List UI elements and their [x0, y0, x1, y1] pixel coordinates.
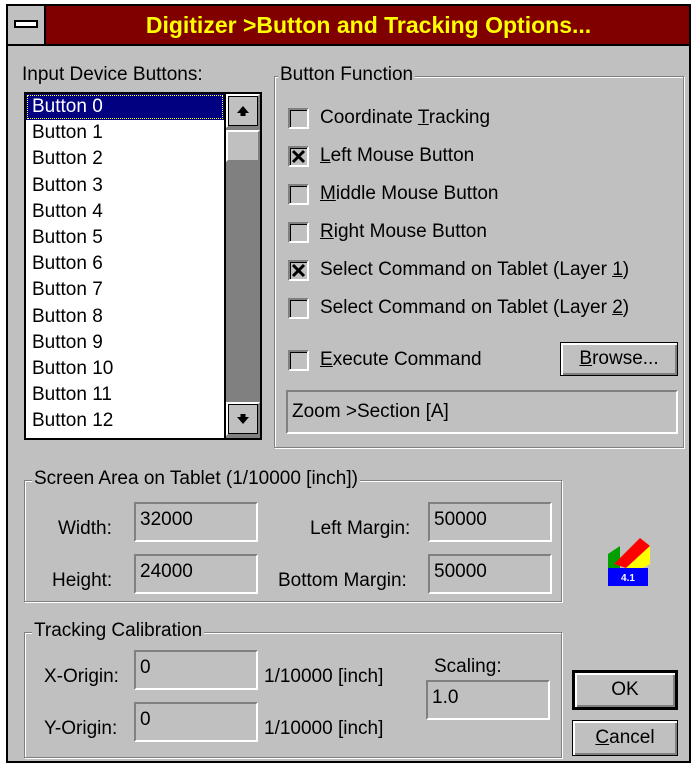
list-item[interactable]: Button 12 — [26, 408, 224, 434]
browse-rest: rowse... — [592, 348, 659, 369]
checkbox-option-6[interactable] — [288, 350, 309, 371]
width-field[interactable]: 32000 — [134, 502, 258, 542]
checkbox-option-5[interactable] — [288, 298, 309, 319]
list-item[interactable]: Button 11 — [26, 382, 224, 408]
x-origin-field[interactable]: 0 — [134, 650, 258, 690]
check-x-icon — [291, 263, 306, 278]
y-origin-label: Y-Origin: — [44, 718, 118, 739]
list-item[interactable]: Button 2 — [26, 146, 224, 172]
list-items: Button 0 Button 1 Button 2 Button 3 Button 4… — [26, 94, 224, 438]
y-origin-field[interactable]: 0 — [134, 702, 258, 742]
scroll-thumb[interactable] — [226, 130, 260, 162]
label-accelerator: 2 — [612, 297, 623, 318]
browse-key: B — [579, 348, 593, 369]
cancel-key: C — [595, 727, 610, 748]
scroll-up-button[interactable] — [226, 94, 260, 128]
check-x-icon — [291, 149, 306, 164]
label-text: eft Mouse Button — [330, 145, 475, 166]
system-menu-icon — [14, 20, 38, 28]
title-bar[interactable]: Digitizer >Button and Tracking Options..… — [8, 6, 689, 46]
list-item[interactable]: Button 8 — [26, 304, 224, 330]
left-margin-label: Left Margin: — [310, 518, 411, 539]
list-item[interactable]: Button 1 — [26, 120, 224, 146]
cancel-rest: ancel — [609, 727, 655, 748]
input-device-buttons-list[interactable]: Button 0 Button 1 Button 2 Button 3 Button 4… — [24, 92, 262, 440]
checkbox-option-4[interactable] — [288, 260, 309, 281]
list-item[interactable]: Button 9 — [26, 330, 224, 356]
dialog-window: Digitizer >Button and Tracking Options..… — [6, 4, 691, 763]
bottom-margin-label: Bottom Margin: — [278, 570, 407, 591]
height-label: Height: — [52, 570, 113, 591]
bottom-margin-field[interactable]: 50000 — [428, 554, 552, 594]
app-logo-icon: 4.1 — [608, 538, 650, 586]
svg-text:4.1: 4.1 — [621, 573, 635, 584]
input-device-buttons-label: Input Device Buttons: — [22, 64, 203, 85]
checkbox-option-label[interactable]: Execute Command — [320, 348, 482, 372]
checkbox-option-label[interactable]: Right Mouse Button — [320, 220, 487, 244]
checkbox-option-label[interactable]: Middle Mouse Button — [320, 182, 499, 206]
list-item[interactable]: Button 4 — [26, 199, 224, 225]
label-text: ) — [622, 259, 630, 280]
list-item[interactable]: Button 6 — [26, 251, 224, 277]
checkbox-option-3[interactable] — [288, 222, 309, 243]
arrow-down-icon — [237, 414, 249, 424]
width-label: Width: — [58, 518, 112, 539]
checkbox-option-0[interactable] — [288, 108, 309, 129]
label-accelerator: M — [320, 183, 336, 204]
label-accelerator: L — [320, 145, 331, 166]
button-function-label: Button Function — [278, 64, 416, 86]
label-text: ) — [622, 297, 630, 318]
y-unit-label: 1/10000 [inch] — [264, 718, 384, 739]
browse-button[interactable]: Browse... — [560, 342, 678, 376]
checkbox-option-label[interactable]: Coordinate Tracking — [320, 106, 490, 130]
x-unit-label: 1/10000 [inch] — [264, 666, 384, 687]
cancel-button[interactable]: Cancel — [572, 720, 678, 756]
list-item[interactable]: Button 0 — [26, 94, 224, 121]
checkbox-option-label[interactable]: Select Command on Tablet (Layer 2) — [320, 296, 629, 320]
height-field[interactable]: 24000 — [134, 554, 258, 594]
list-scrollbar[interactable] — [224, 94, 260, 438]
list-item[interactable]: Button 10 — [26, 356, 224, 382]
label-text: Coordinate — [320, 107, 418, 128]
tracking-calibration-label: Tracking Calibration — [32, 620, 205, 642]
list-item[interactable]: Button 3 — [26, 173, 224, 199]
checkbox-option-label[interactable]: Left Mouse Button — [320, 144, 474, 168]
system-menu-button[interactable] — [8, 6, 46, 44]
label-text: xecute Command — [332, 349, 482, 370]
label-accelerator: T — [417, 107, 429, 128]
screen-area-label: Screen Area on Tablet (1/10000 [inch]) — [32, 468, 360, 490]
ok-button[interactable]: OK — [572, 670, 678, 710]
list-item[interactable]: Button 5 — [26, 225, 224, 251]
arrow-up-icon — [237, 106, 249, 116]
checkbox-option-1[interactable] — [288, 146, 309, 167]
scaling-field[interactable]: 1.0 — [426, 680, 550, 720]
label-text: Select Command on Tablet (Layer — [320, 297, 613, 318]
label-text: ight Mouse Button — [333, 221, 487, 242]
left-margin-field[interactable]: 50000 — [428, 502, 552, 542]
label-accelerator: E — [320, 349, 333, 370]
list-item[interactable]: Button 7 — [26, 277, 224, 303]
command-field[interactable]: Zoom >Section [A] — [286, 390, 678, 434]
checkbox-option-2[interactable] — [288, 184, 309, 205]
label-accelerator: 1 — [612, 259, 623, 280]
window-title: Digitizer >Button and Tracking Options..… — [145, 12, 592, 38]
label-text: Select Command on Tablet (Layer — [320, 259, 613, 280]
label-accelerator: R — [320, 221, 334, 242]
scaling-label: Scaling: — [434, 656, 502, 677]
label-text: racking — [428, 107, 491, 128]
x-origin-label: X-Origin: — [44, 666, 119, 687]
checkbox-option-label[interactable]: Select Command on Tablet (Layer 1) — [320, 258, 629, 282]
label-text: iddle Mouse Button — [335, 183, 499, 204]
scroll-down-button[interactable] — [226, 402, 260, 436]
